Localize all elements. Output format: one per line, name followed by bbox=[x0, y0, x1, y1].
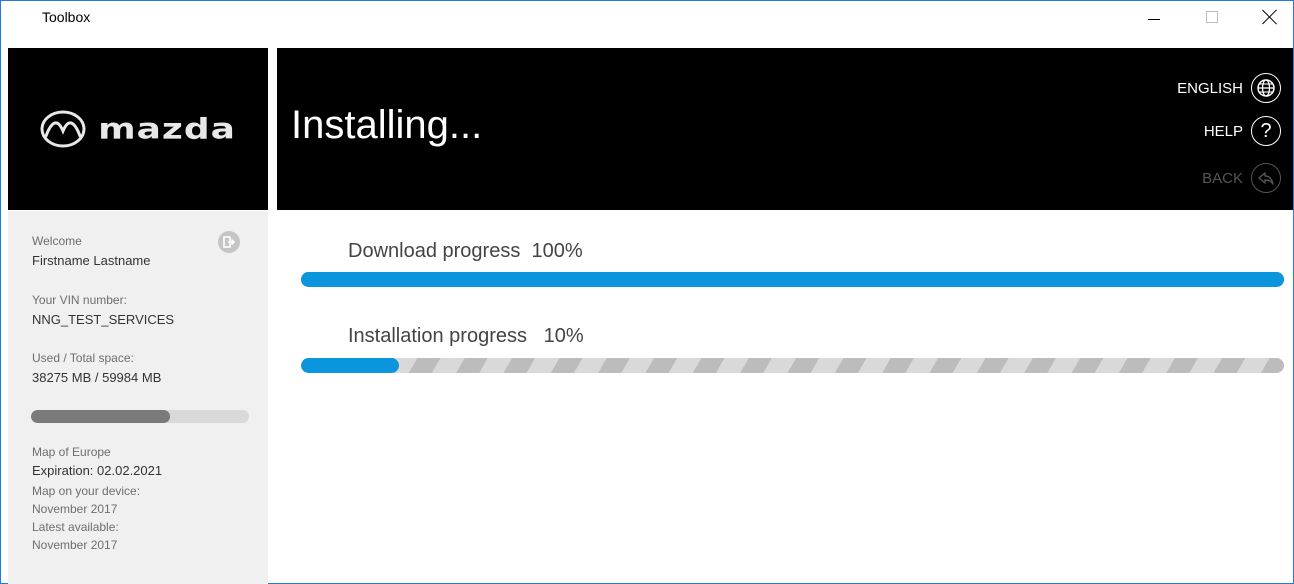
logo-wordmark: mazda bbox=[98, 113, 236, 145]
map-on-device-value: November 2017 bbox=[32, 502, 118, 516]
help-button[interactable]: HELP ? bbox=[1204, 114, 1281, 148]
page-title: Installing... bbox=[291, 103, 483, 147]
minimize-button[interactable] bbox=[1131, 1, 1177, 33]
map-expiration: Expiration: 02.02.2021 bbox=[32, 463, 163, 478]
maximize-icon bbox=[1206, 11, 1218, 23]
installation-progress-label: Installation progress 10% bbox=[348, 325, 584, 348]
logout-icon bbox=[223, 236, 236, 248]
vin-value: NNG_TEST_SERVICES bbox=[32, 312, 175, 327]
installation-progress-fill bbox=[301, 358, 400, 373]
sidebar: Welcome Firstname Lastname Your VIN numb… bbox=[8, 211, 268, 584]
minimize-icon bbox=[1148, 18, 1160, 20]
language-label: ENGLISH bbox=[1177, 79, 1243, 97]
latest-available-value: November 2017 bbox=[32, 538, 118, 552]
map-on-device-label: Map on your device: bbox=[32, 484, 141, 498]
download-progress-bar bbox=[301, 272, 1284, 287]
vin-label: Your VIN number: bbox=[32, 293, 127, 307]
download-progress-label: Download progress 100% bbox=[348, 240, 583, 263]
installation-progress-text: Installation progress bbox=[348, 325, 527, 347]
help-label: HELP bbox=[1203, 122, 1243, 140]
language-selector[interactable]: ENGLISH bbox=[1177, 71, 1281, 105]
installation-progress-percent: 10% bbox=[543, 325, 584, 347]
download-progress-percent: 100% bbox=[531, 240, 583, 262]
title-bar: Toolbox bbox=[1, 1, 1293, 33]
mazda-emblem-icon bbox=[40, 110, 86, 148]
welcome-label: Welcome bbox=[32, 234, 82, 248]
map-name: Map of Europe bbox=[32, 445, 111, 459]
installation-progress-bar bbox=[301, 358, 1284, 373]
header: Installing... ENGLISH HELP ? BACK bbox=[277, 48, 1293, 210]
question-icon: ? bbox=[1251, 116, 1281, 146]
space-label: Used / Total space: bbox=[32, 351, 134, 365]
download-progress-fill bbox=[301, 272, 1284, 287]
close-button[interactable] bbox=[1247, 1, 1293, 33]
storage-bar bbox=[31, 410, 249, 423]
download-progress-text: Download progress bbox=[348, 240, 521, 262]
window-title: Toolbox bbox=[42, 9, 91, 25]
back-button[interactable]: BACK bbox=[1202, 161, 1281, 195]
app-window: Toolbox mazda Installing... ENGLISH HELP… bbox=[0, 0, 1294, 584]
logout-button[interactable] bbox=[218, 231, 240, 253]
globe-icon bbox=[1251, 73, 1281, 103]
space-value: 38275 MB / 59984 MB bbox=[32, 370, 162, 385]
logo-panel: mazda bbox=[8, 48, 268, 210]
back-label: BACK bbox=[1202, 169, 1243, 187]
mazda-logo: mazda bbox=[40, 109, 236, 150]
maximize-button[interactable] bbox=[1189, 1, 1235, 33]
close-icon bbox=[1262, 9, 1278, 25]
user-name: Firstname Lastname bbox=[32, 253, 151, 268]
back-arrow-icon bbox=[1251, 163, 1281, 193]
storage-bar-fill bbox=[31, 410, 171, 423]
latest-available-label: Latest available: bbox=[32, 520, 119, 534]
